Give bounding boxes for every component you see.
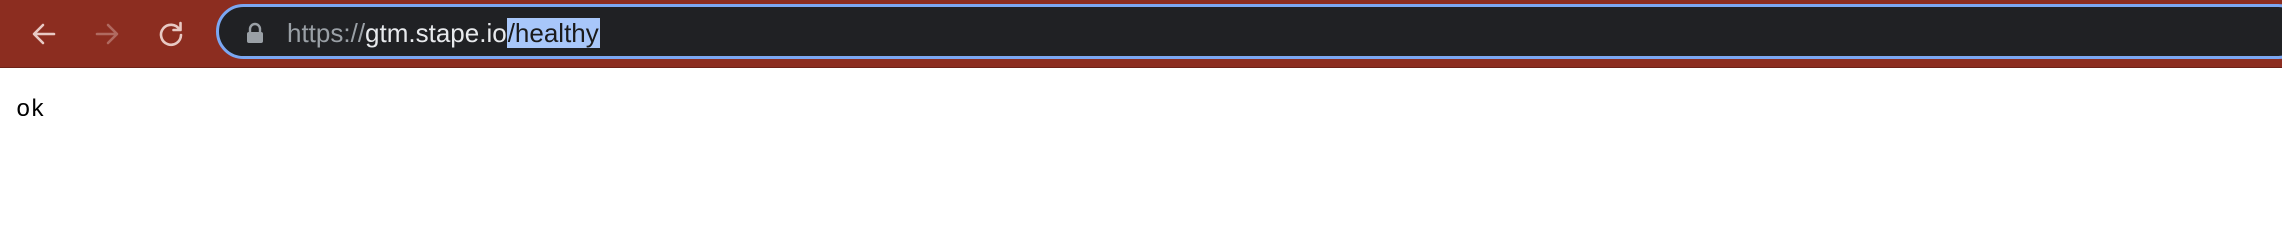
- arrow-left-icon: [32, 23, 56, 45]
- url-host: gtm.stape.io: [365, 18, 507, 48]
- url-scheme: https://: [287, 18, 366, 48]
- url-path-selected: /healthy: [506, 18, 600, 48]
- forward-button[interactable]: [87, 14, 127, 54]
- reload-button[interactable]: [151, 14, 191, 54]
- url-text[interactable]: https://gtm.stape.io/healthy: [287, 15, 600, 51]
- page-body-text: ok: [16, 97, 45, 124]
- arrow-right-icon: [95, 23, 119, 45]
- address-bar[interactable]: https://gtm.stape.io/healthy: [216, 4, 2282, 59]
- lock-icon[interactable]: [245, 22, 265, 44]
- back-button[interactable]: [24, 14, 64, 54]
- browser-toolbar: https://gtm.stape.io/healthy: [0, 0, 2282, 68]
- reload-icon: [159, 21, 183, 47]
